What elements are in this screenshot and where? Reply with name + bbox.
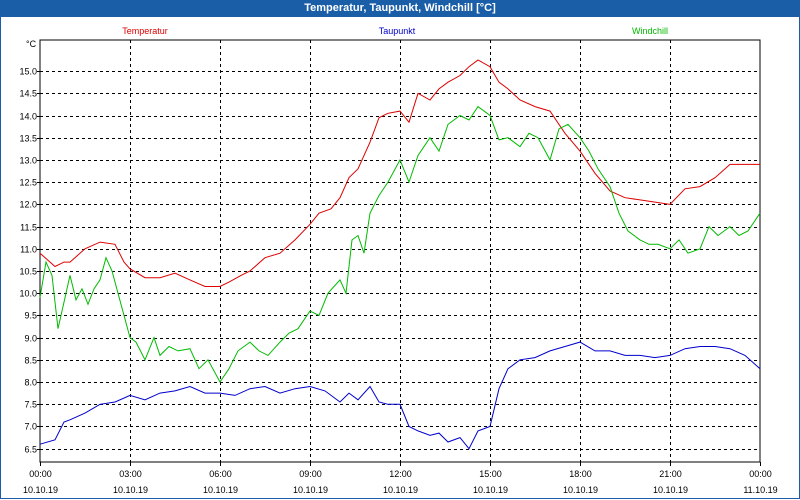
y-tick-label: 14.0 xyxy=(19,112,37,122)
x-tick-date: 10.10.19 xyxy=(473,485,508,495)
legend: Temperatur Taupunkt Windchill xyxy=(122,26,668,36)
y-tick-label: 9.0 xyxy=(24,334,37,344)
x-tick-time: 15:00 xyxy=(479,469,502,479)
x-tick-time: 21:00 xyxy=(659,469,682,479)
x-tick-time: 00:00 xyxy=(749,469,772,479)
y-tick-label: 8.0 xyxy=(24,378,37,388)
y-tick-label: 10.0 xyxy=(19,289,37,299)
x-tick-time: 00:00 xyxy=(29,469,52,479)
y-tick-label: 15.0 xyxy=(19,67,37,77)
x-tick-date: 10.10.19 xyxy=(653,485,688,495)
y-tick-label: 9.5 xyxy=(24,311,37,321)
grid xyxy=(37,39,761,466)
y-tick-label: 13.5 xyxy=(19,134,37,144)
x-tick-date: 10.10.19 xyxy=(563,485,598,495)
y-tick-label: 7.0 xyxy=(24,422,37,432)
legend-temperatur: Temperatur xyxy=(122,26,168,36)
y-tick-label: 7.5 xyxy=(24,400,37,410)
x-axis: 00:00 10.10.19 03:00 10.10.19 06:00 10.10.19 0… xyxy=(23,469,778,495)
x-tick-time: 18:00 xyxy=(569,469,592,479)
x-tick-date: 10.10.19 xyxy=(293,485,328,495)
y-tick-label: 8.5 xyxy=(24,356,37,366)
y-axis-unit: °C xyxy=(26,39,37,49)
y-axis: 6.5 7.0 7.5 8.0 8.5 9.0 9.5 10.0 10.5 11.0 11.5 12.… xyxy=(19,67,37,455)
legend-taupunkt: Taupunkt xyxy=(379,26,416,36)
legend-windchill: Windchill xyxy=(632,26,668,36)
x-tick-time: 09:00 xyxy=(299,469,322,479)
y-tick-label: 6.5 xyxy=(24,445,37,455)
x-tick-date: 11.10.19 xyxy=(743,485,777,495)
x-tick-time: 06:00 xyxy=(209,469,232,479)
x-tick-date: 10.10.19 xyxy=(23,485,58,495)
x-tick-time: 12:00 xyxy=(389,469,412,479)
y-tick-label: 10.5 xyxy=(19,267,37,277)
x-tick-date: 10.10.19 xyxy=(113,485,148,495)
x-tick-date: 10.10.19 xyxy=(203,485,238,495)
y-tick-label: 13.0 xyxy=(19,156,37,166)
y-tick-label: 14.5 xyxy=(19,89,37,99)
y-tick-label: 12.0 xyxy=(19,200,37,210)
x-tick-date: 10.10.19 xyxy=(383,485,418,495)
y-tick-label: 12.5 xyxy=(19,178,37,188)
y-tick-label: 11.5 xyxy=(20,223,37,233)
x-tick-time: 03:00 xyxy=(119,469,142,479)
line-chart: 6.5 7.0 7.5 8.0 8.5 9.0 9.5 10.0 10.5 11.0 11.5 12.… xyxy=(19,26,778,495)
y-tick-label: 11.0 xyxy=(20,245,37,255)
